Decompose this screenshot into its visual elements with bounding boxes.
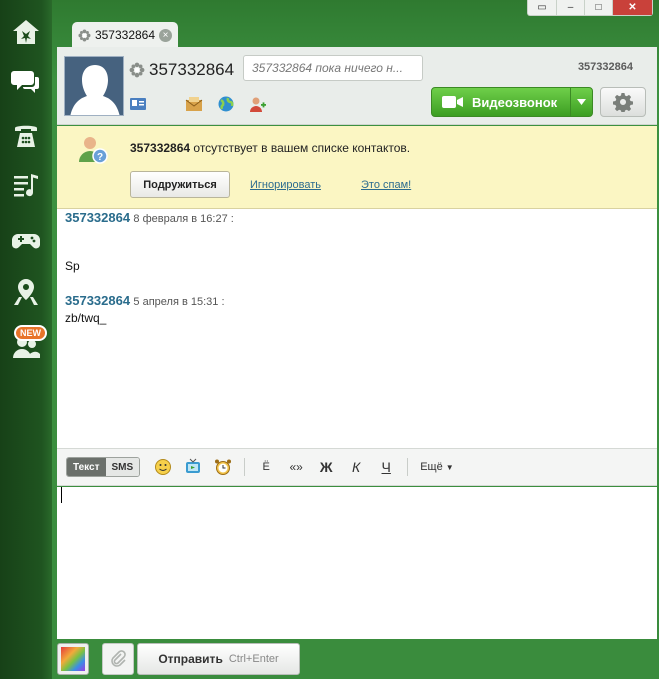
mode-switch: Текст SMS	[66, 457, 141, 477]
message-text: zb/twq_	[65, 311, 107, 325]
video-call-dropdown-icon[interactable]	[570, 88, 592, 116]
tab-label: 357332864	[94, 28, 156, 42]
text-caret	[61, 487, 62, 503]
attach-button[interactable]	[102, 643, 134, 675]
send-button[interactable]: Отправить Ctrl+Enter	[137, 643, 300, 675]
gamepad-icon[interactable]	[6, 220, 46, 260]
contact-header: 357332864 357332864 пока ничего н... 357…	[57, 47, 657, 125]
paperclip-icon	[111, 650, 126, 667]
sidebar: NEW	[0, 0, 52, 679]
message-history[interactable]: 357332864 8 февраля в 16:27 : Sp 3573328…	[57, 209, 657, 448]
home-icon[interactable]	[6, 12, 46, 52]
message-header: 357332864 5 апреля в 15:31 :	[65, 293, 225, 308]
contact-id: 357332864	[577, 61, 633, 73]
offline-flower-icon	[78, 28, 91, 42]
phone-icon[interactable]	[6, 115, 46, 155]
world-icon[interactable]	[217, 95, 235, 113]
add-friend-button[interactable]: Подружиться	[130, 171, 230, 198]
tv-icon[interactable]	[178, 458, 208, 476]
notice-text: 357332864 отсутствует в вашем списке кон…	[130, 141, 410, 155]
notice-message: отсутствует в вашем списке контактов.	[190, 141, 411, 155]
contact-name-text: 357332864	[149, 60, 235, 79]
message-time: 8 февраля в 16:27 :	[133, 213, 234, 225]
quotes-icon[interactable]: «»	[281, 460, 311, 474]
tab-conversation[interactable]: 357332864 ×	[72, 22, 178, 48]
message-header: 357332864 8 февраля в 16:27 :	[65, 210, 234, 225]
avatar[interactable]	[64, 56, 124, 116]
mail-icon[interactable]	[185, 95, 203, 113]
status-field[interactable]: 357332864 пока ничего н...	[243, 55, 423, 81]
send-shortcut-hint: Ctrl+Enter	[228, 653, 279, 665]
send-label: Отправить	[158, 652, 223, 666]
translit-icon[interactable]: Ё	[251, 461, 281, 473]
more-menu[interactable]: Ещё ▼	[420, 461, 454, 473]
underline-icon[interactable]: Ч	[371, 459, 401, 475]
not-in-contacts-notice: ? 357332864 отсутствует в вашем списке к…	[57, 126, 657, 209]
palette-icon	[61, 647, 85, 671]
map-pin-icon[interactable]	[6, 272, 46, 312]
video-call-label: Видеозвонок	[472, 94, 558, 110]
new-badge: NEW	[14, 325, 47, 341]
more-label: Ещё	[420, 461, 443, 473]
video-call-button[interactable]: Видеозвонок	[431, 87, 593, 117]
tab-close-icon[interactable]: ×	[159, 28, 172, 42]
message-time: 5 апреля в 15:31 :	[133, 296, 225, 308]
chevron-down-icon: ▼	[445, 463, 454, 472]
bottom-bar: Отправить Ctrl+Enter	[52, 639, 659, 679]
spam-link[interactable]: Это спам!	[361, 179, 411, 191]
music-icon[interactable]	[6, 165, 46, 205]
unknown-user-icon: ?	[79, 137, 108, 164]
contact-actions	[129, 95, 267, 113]
toolbar-divider	[407, 458, 409, 476]
svg-text:?: ?	[97, 152, 103, 163]
bold-icon[interactable]: Ж	[311, 459, 341, 475]
window-controls: ▭ – □ ✕	[527, 0, 653, 16]
settings-button[interactable]	[600, 87, 646, 117]
compose-toolbar: Текст SMS Ё «» Ж К Ч Ещё ▼	[57, 448, 657, 486]
add-contact-icon[interactable]	[249, 95, 267, 113]
mode-sms-tab[interactable]: SMS	[105, 458, 140, 476]
maximize-icon[interactable]: □	[584, 0, 612, 15]
chat-icon[interactable]	[6, 62, 46, 102]
smiley-icon[interactable]	[148, 458, 178, 476]
offline-flower-icon	[129, 62, 145, 78]
alarm-icon[interactable]	[208, 458, 238, 476]
ignore-link[interactable]: Игнорировать	[250, 179, 321, 191]
restore-icon[interactable]: ▭	[528, 0, 556, 15]
gear-icon	[613, 93, 633, 112]
message-input[interactable]	[57, 487, 657, 639]
contact-name: 357332864	[129, 60, 234, 80]
close-icon[interactable]: ✕	[612, 0, 652, 15]
message-text: Sp	[65, 259, 80, 273]
camera-icon	[442, 96, 463, 108]
notice-name: 357332864	[130, 141, 191, 155]
mode-text-tab[interactable]: Текст	[67, 458, 106, 476]
message-sender[interactable]: 357332864	[65, 293, 130, 308]
profile-card-icon[interactable]	[129, 95, 147, 113]
toolbar-divider	[244, 458, 246, 476]
message-sender[interactable]: 357332864	[65, 210, 130, 225]
theme-button[interactable]	[57, 643, 89, 675]
italic-icon[interactable]: К	[341, 459, 371, 475]
minimize-icon[interactable]: –	[556, 0, 584, 15]
